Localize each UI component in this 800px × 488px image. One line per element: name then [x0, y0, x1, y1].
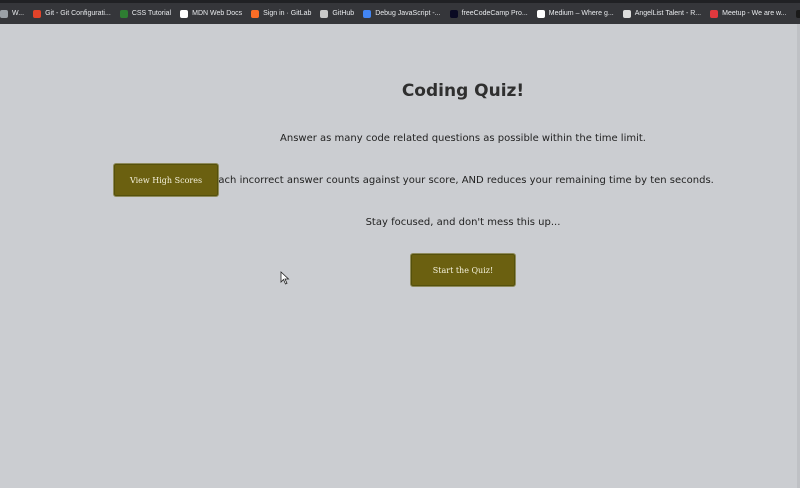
bookmarks-bar: W... Git - Git Configurati... CSS Tutorial… — [0, 0, 800, 24]
bookmark-item[interactable]: AngelList Talent - R... — [622, 9, 702, 18]
bookmark-item[interactable]: GitHub — [320, 9, 355, 18]
bookmark-item[interactable]: freeCodeCamp Pro... — [449, 9, 528, 18]
bookmark-favicon-icon — [33, 9, 42, 18]
bookmark-label: Git - Git Configurati... — [45, 10, 111, 17]
bookmark-favicon-icon — [320, 9, 329, 18]
bookmark-item[interactable]: Medium – Where g... — [536, 9, 614, 18]
bookmark-label: AngelList Talent - R... — [634, 10, 702, 17]
bookmark-label: W... — [12, 10, 25, 17]
bookmark-favicon-icon — [449, 9, 458, 18]
bookmark-item[interactable]: Sign in · GitLab — [251, 9, 312, 18]
bookmark-label: Medium – Where g... — [548, 10, 614, 17]
bookmark-item[interactable]: MDN Web Docs — [180, 9, 243, 18]
bookmark-item[interactable]: Meetup - We are w... — [710, 9, 787, 18]
mouse-pointer-icon — [280, 271, 290, 285]
bookmark-item[interactable]: CSS Tutorial — [119, 9, 172, 18]
bookmark-favicon-icon — [0, 9, 8, 18]
bookmark-label: Meetup - We are w... — [722, 10, 787, 17]
view-high-scores-label: View High Scores — [129, 175, 203, 185]
bookmark-favicon-icon — [180, 9, 189, 18]
bookmark-label: GitHub — [332, 10, 355, 17]
bookmark-favicon-icon — [536, 9, 545, 18]
bookmark-favicon-icon — [119, 9, 128, 18]
bookmark-label: Debug JavaScript -... — [375, 10, 441, 17]
bookmark-label: CSS Tutorial — [131, 10, 172, 17]
instructions-line-1: Answer as many code related questions as… — [280, 133, 646, 144]
bookmark-favicon-icon — [795, 9, 800, 18]
view-high-scores-button[interactable]: View High Scores — [113, 163, 219, 197]
page-title: Coding Quiz! — [401, 81, 525, 101]
bookmark-label: Sign in · GitLab — [263, 10, 312, 17]
bookmark-favicon-icon — [363, 9, 372, 18]
quiz-page: Coding Quiz! Answer as many code related… — [0, 24, 800, 488]
bookmark-favicon-icon — [710, 9, 719, 18]
bookmark-favicon-icon — [251, 9, 260, 18]
bookmark-item[interactable]: Debug JavaScript -... — [363, 9, 441, 18]
bookmark-favicon-icon — [622, 9, 631, 18]
bookmark-item[interactable]: Intro to Whiteboar... — [795, 9, 800, 18]
bookmark-item[interactable]: W... — [0, 9, 25, 18]
bookmark-item[interactable]: Git - Git Configurati... — [33, 9, 111, 18]
bookmark-label: MDN Web Docs — [192, 10, 243, 17]
start-quiz-label: Start the Quiz! — [432, 265, 494, 275]
instructions-line-3: Stay focused, and don't mess this up... — [365, 217, 561, 228]
bookmark-label: freeCodeCamp Pro... — [461, 10, 528, 17]
start-quiz-button[interactable]: Start the Quiz! — [410, 253, 516, 287]
